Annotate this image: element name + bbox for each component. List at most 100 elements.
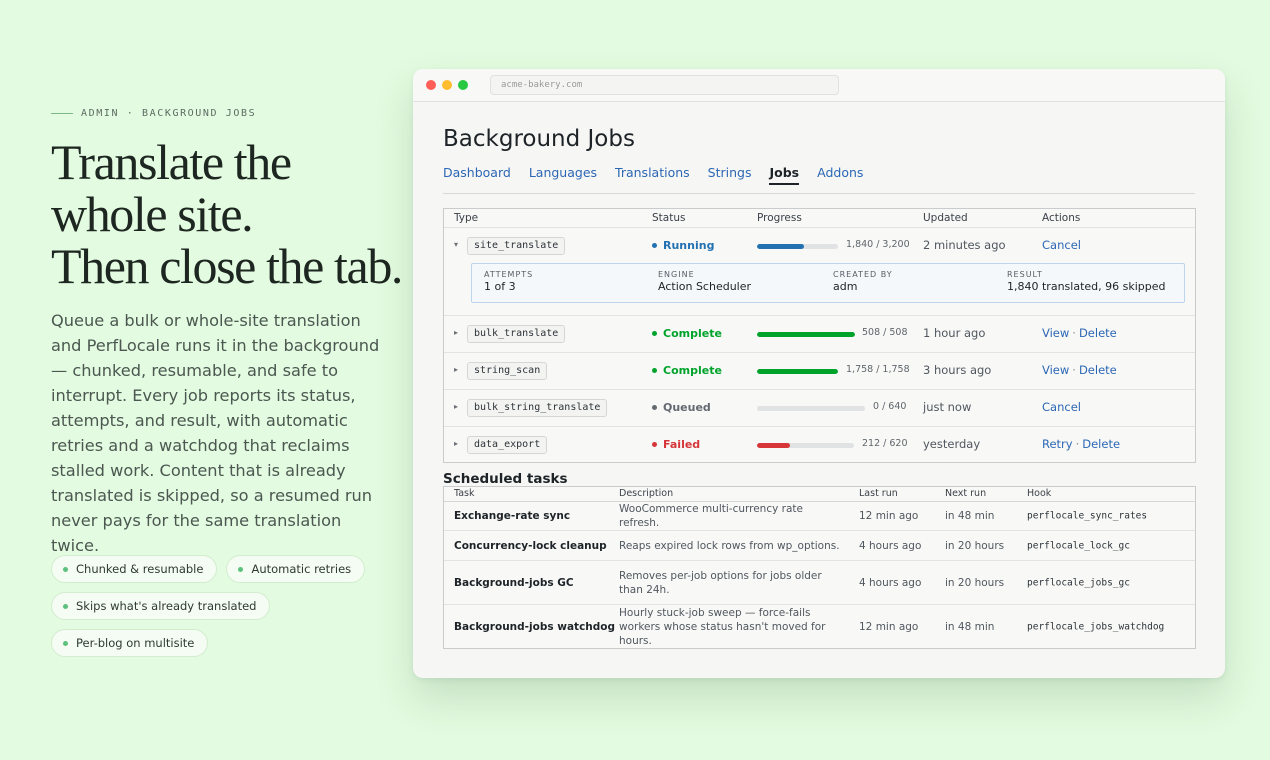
status-badge: Failed	[652, 438, 700, 451]
progress-count: 1,758 / 1,758	[846, 364, 910, 375]
tab-translations[interactable]: Translations	[615, 164, 690, 185]
address-bar[interactable]: acme-bakery.com	[490, 75, 839, 95]
bullet-dot-icon	[63, 603, 68, 609]
task-name: Background-jobs watchdog	[454, 621, 616, 633]
chip-label: Automatic retries	[251, 562, 352, 576]
chip-label: Per-blog on multisite	[76, 636, 195, 650]
progress-count: 0 / 640	[873, 401, 907, 412]
row-actions: Retry · Delete	[1042, 437, 1121, 451]
task-hook: perflocale_jobs_gc	[1027, 577, 1130, 588]
status-label: Complete	[663, 327, 722, 340]
window-controls	[426, 80, 468, 90]
tab-addons[interactable]: Addons	[817, 164, 863, 185]
detail-created-by: CREATED BY adm	[833, 270, 893, 293]
detail-label: CREATED BY	[833, 270, 893, 279]
row-actions: View · Delete	[1042, 363, 1117, 377]
expand-caret-icon[interactable]: ▸	[454, 439, 458, 448]
status-dot-icon	[652, 368, 657, 373]
column-header-status: Status	[652, 212, 686, 224]
progress-count: 508 / 508	[862, 327, 908, 338]
headline: Translate the whole site. Then close the…	[51, 136, 403, 294]
scheduled-task-row: Concurrency-lock cleanup Reaps expired l…	[444, 531, 1195, 561]
close-window-icon[interactable]	[426, 80, 436, 90]
column-header-actions: Actions	[1042, 212, 1081, 224]
column-header-progress: Progress	[757, 212, 802, 224]
progress-fill	[757, 244, 804, 249]
cancel-link[interactable]: Cancel	[1042, 238, 1081, 252]
tab-jobs[interactable]: Jobs	[769, 164, 800, 185]
job-row[interactable]: ▾ site_translate Running 1,840 / 3,200 2…	[444, 228, 1195, 316]
bullet-dot-icon	[238, 566, 244, 572]
detail-label: ENGINE	[658, 270, 695, 279]
column-header-type: Type	[454, 212, 479, 224]
delete-link[interactable]: Delete	[1079, 326, 1117, 340]
row-actions: View · Delete	[1042, 326, 1117, 340]
task-description: Hourly stuck-job sweep — force-fails wor…	[619, 607, 826, 647]
job-row[interactable]: ▸ string_scan Complete 1,758 / 1,758 3 h…	[444, 353, 1195, 390]
scheduled-tasks-table: Task Description Last run Next run Hook …	[443, 486, 1196, 649]
detail-result: RESULT 1,840 translated, 96 skipped	[1007, 270, 1166, 293]
updated-time: yesterday	[923, 437, 981, 451]
eyebrow: ADMIN · BACKGROUND JOBS	[51, 108, 256, 119]
progress-count: 1,840 / 3,200	[846, 239, 910, 250]
headline-line-3: Then close the tab.	[51, 238, 403, 294]
task-last-run: 4 hours ago	[859, 539, 922, 552]
job-row[interactable]: ▸ bulk_translate Complete 508 / 508 1 ho…	[444, 316, 1195, 353]
status-label: Complete	[663, 364, 722, 377]
collapse-caret-icon[interactable]: ▾	[454, 240, 458, 249]
minimize-window-icon[interactable]	[442, 80, 452, 90]
tab-dashboard[interactable]: Dashboard	[443, 164, 511, 185]
expand-caret-icon[interactable]: ▸	[454, 328, 458, 337]
status-badge: Queued	[652, 401, 711, 414]
column-header-description: Description	[619, 488, 674, 499]
eyebrow-text: ADMIN · BACKGROUND JOBS	[81, 108, 257, 119]
expand-caret-icon[interactable]: ▸	[454, 402, 458, 411]
chip-label: Chunked & resumable	[76, 562, 204, 576]
column-header-last-run: Last run	[859, 488, 898, 499]
task-description: Reaps expired lock rows from wp_options.	[619, 539, 840, 552]
job-detail-panel: ATTEMPTS 1 of 3 ENGINE Action Scheduler CR…	[471, 263, 1185, 303]
maximize-window-icon[interactable]	[458, 80, 468, 90]
detail-label: ATTEMPTS	[484, 270, 534, 279]
delete-link[interactable]: Delete	[1082, 437, 1120, 451]
progress-bar	[757, 244, 838, 249]
tab-strings[interactable]: Strings	[708, 164, 752, 185]
headline-line-2: whole site.	[51, 186, 254, 242]
job-row[interactable]: ▸ data_export Failed 212 / 620 yesterday…	[444, 427, 1195, 464]
tab-languages[interactable]: Languages	[529, 164, 597, 185]
delete-link[interactable]: Delete	[1079, 363, 1117, 377]
task-hook: perflocale_lock_gc	[1027, 540, 1130, 551]
task-hook: perflocale_jobs_watchdog	[1027, 621, 1165, 633]
scheduled-task-row: Background-jobs watchdog Hourly stuck-jo…	[444, 605, 1195, 649]
progress-bar	[757, 443, 854, 448]
detail-value: adm	[833, 280, 858, 293]
job-row[interactable]: ▸ bulk_string_translate Queued 0 / 640 j…	[444, 390, 1195, 427]
bullet-dot-icon	[63, 640, 68, 646]
task-description: WooCommerce multi-currency rate refresh.	[619, 503, 803, 529]
view-link[interactable]: View	[1042, 326, 1069, 340]
admin-tabs: Dashboard Languages Translations Strings…	[443, 164, 1195, 194]
view-link[interactable]: View	[1042, 363, 1069, 377]
lede-paragraph: Queue a bulk or whole-site translation a…	[51, 311, 380, 555]
updated-time: 2 minutes ago	[923, 238, 1006, 252]
progress-bar	[757, 332, 855, 337]
cancel-link[interactable]: Cancel	[1042, 400, 1081, 414]
status-label: Failed	[663, 438, 701, 451]
task-next-run: in 20 hours	[945, 539, 1005, 552]
column-header-next-run: Next run	[945, 488, 987, 499]
status-badge: Complete	[652, 364, 722, 377]
progress-fill	[757, 332, 855, 337]
browser-window: acme-bakery.com Background Jobs Dashboar…	[413, 69, 1225, 678]
jobs-table-header: Type Status Progress Updated Actions	[444, 209, 1195, 228]
task-last-run: 12 min ago	[859, 621, 919, 633]
retry-link[interactable]: Retry	[1042, 437, 1073, 451]
feature-chip: Automatic retries	[226, 555, 366, 583]
scheduled-tasks-title: Scheduled tasks	[443, 471, 568, 487]
column-header-updated: Updated	[923, 212, 968, 224]
detail-value: 1,840 translated, 96 skipped	[1007, 280, 1166, 293]
status-dot-icon	[652, 405, 657, 410]
task-next-run: in 48 min	[945, 510, 995, 522]
scheduled-table-header: Task Description Last run Next run Hook	[444, 487, 1195, 502]
job-type: bulk_string_translate	[467, 399, 608, 417]
expand-caret-icon[interactable]: ▸	[454, 365, 458, 374]
